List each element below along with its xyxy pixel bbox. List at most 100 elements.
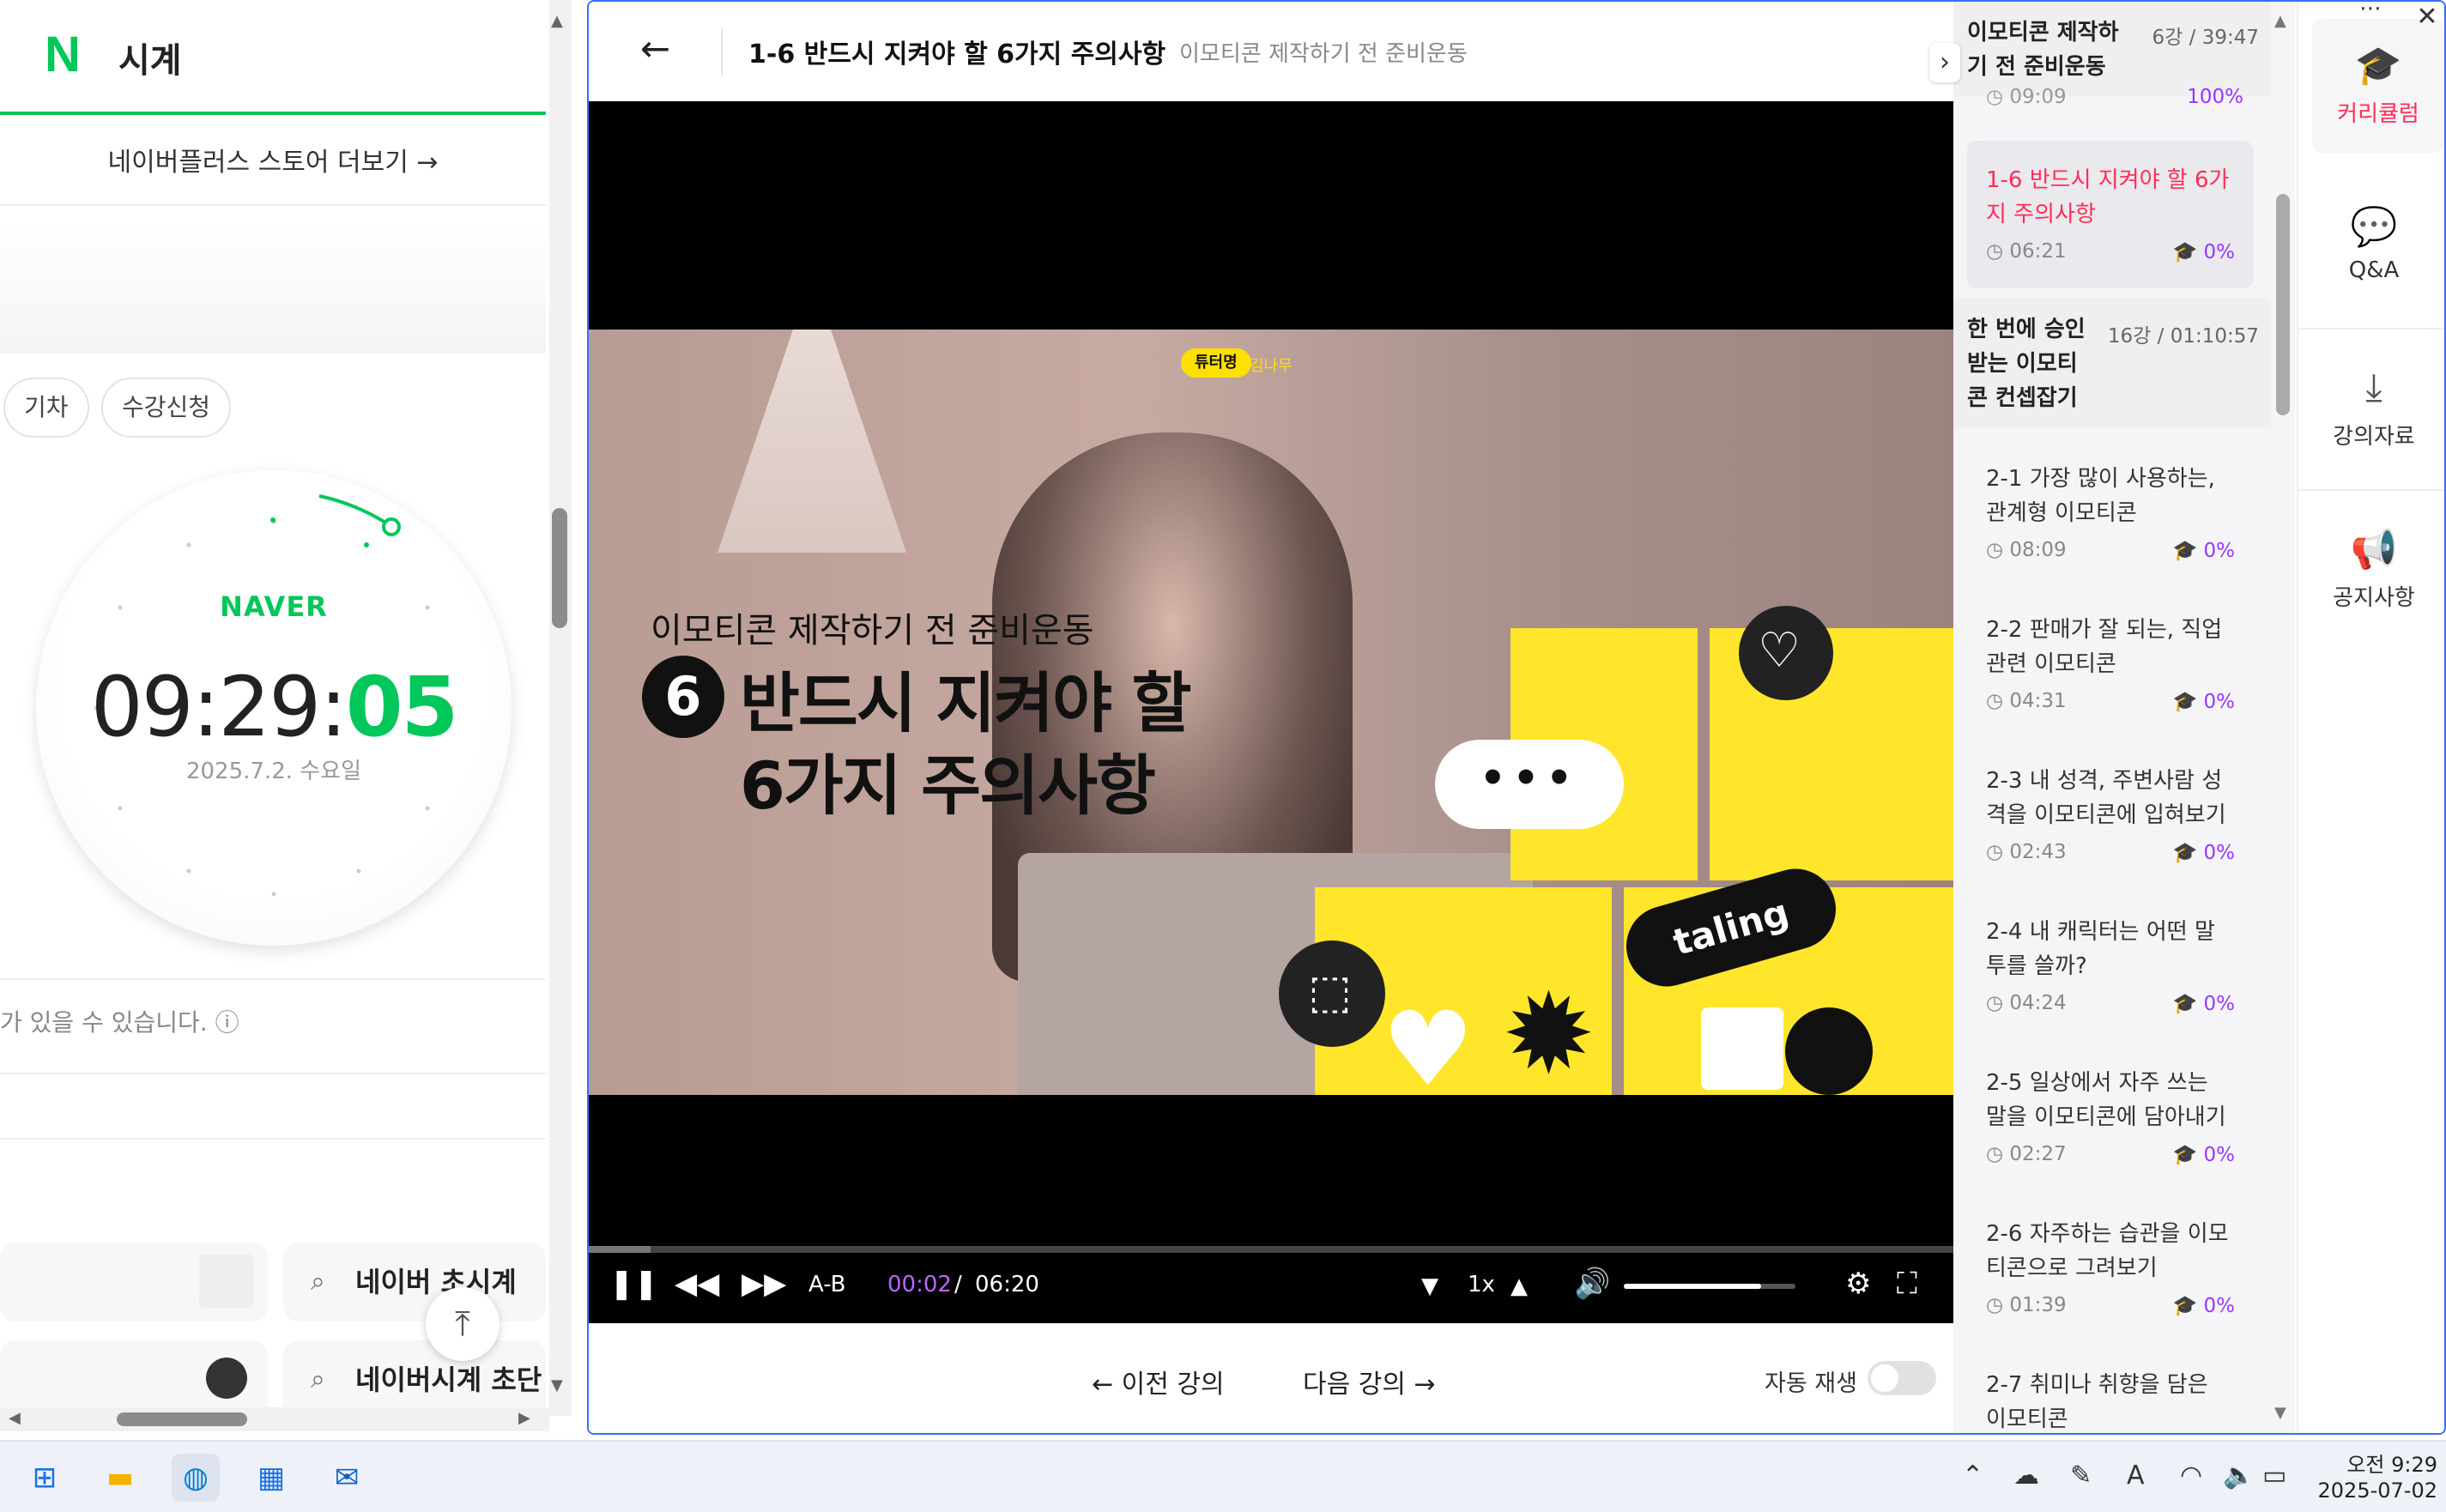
- scroll-up-arrow-icon[interactable]: ▲: [2274, 12, 2286, 30]
- curriculum-item[interactable]: 2-1 가장 많이 사용하는, 관계형 이모티콘 ◷ 08:09 🎓 0%: [1967, 439, 2254, 587]
- item-progress: 100%: [2187, 86, 2243, 106]
- accuracy-notice: 가 있을 수 있습니다. ⓘ: [0, 1008, 239, 1037]
- settings-gear-icon[interactable]: ⚙: [1845, 1267, 1871, 1301]
- clock-hours-minutes: 09:29:: [90, 659, 348, 755]
- lecture-navigation: [589, 1323, 1953, 1433]
- volume-icon[interactable]: 🔊: [1574, 1267, 1610, 1301]
- item-progress: 🎓 0%: [2173, 1294, 2235, 1317]
- speed-up-icon[interactable]: ▲: [1511, 1273, 1528, 1299]
- section-subtitle: 이모티콘 제작하기 전 준비운동: [1179, 41, 1468, 67]
- curriculum-item[interactable]: 2-4 내 캐릭터는 어떤 말투를 쓸까? ◷ 04:24 🎓 0%: [1967, 892, 2254, 1040]
- input-method-icon[interactable]: A: [2127, 1461, 2145, 1491]
- battery-icon[interactable]: ▭: [2262, 1461, 2286, 1491]
- curriculum-item[interactable]: 2-5 일상에서 자주 쓰는 말을 이모티콘에 담아내기 ◷ 02:27 🎓 0%: [1967, 1043, 2254, 1191]
- white-square-shape: [1701, 1007, 1783, 1090]
- curriculum-panel: 이모티콘 제작하 기 전 준비운동 6강 / 39:47 ◷ 09:09 100…: [1953, 2, 2271, 1433]
- previous-lecture-button[interactable]: ← 이전 강의: [1092, 1363, 1225, 1400]
- divider: [0, 978, 546, 980]
- curriculum-item[interactable]: 2-7 취미나 취향을 담은 이모티콘: [1967, 1346, 2254, 1433]
- item-progress: 🎓 0%: [2173, 992, 2235, 1015]
- edge-browser-icon[interactable]: ◍: [172, 1454, 220, 1502]
- item-title: 2-2 판매가 잘 되는, 직업 관련 이모티콘: [1986, 617, 2223, 677]
- lecture-title: 1-6 반드시 지켜야 할 6가지 주의사항: [748, 39, 1166, 70]
- scroll-up-arrow-icon[interactable]: ▲: [551, 12, 563, 30]
- next-lecture-button[interactable]: 다음 강의 →: [1303, 1363, 1436, 1400]
- rewind-icon[interactable]: ◀◀: [675, 1267, 719, 1301]
- item-duration: 02:27: [2009, 1143, 2067, 1165]
- search-thumb-card[interactable]: [0, 1243, 268, 1321]
- horizontal-scroll-thumb[interactable]: [117, 1412, 247, 1426]
- download-icon: ⤓: [2365, 366, 2382, 409]
- clock-face: NAVER 09:29:05 2025.7.2. 수요일: [36, 470, 512, 946]
- chat-bubble-icon: 💬: [2350, 205, 2398, 249]
- curriculum-item[interactable]: 2-3 내 성격, 주변사람 성격을 이모티콘에 입혀보기 ◷ 02:43 🎓 0%: [1967, 741, 2254, 889]
- fullscreen-icon[interactable]: ⛶: [1897, 1267, 1917, 1301]
- vertical-scroll-thumb[interactable]: [552, 508, 567, 628]
- sidebar-item-curriculum[interactable]: 🎓 커리큘럼: [2312, 19, 2444, 153]
- curriculum-item[interactable]: 2-6 자주하는 습관을 이모티콘으로 그려보기 ◷ 01:39 🎓 0%: [1967, 1194, 2254, 1342]
- item-progress: 🎓 0%: [2173, 240, 2235, 263]
- item-duration: 08:09: [2009, 539, 2067, 561]
- scroll-down-arrow-icon[interactable]: ▼: [551, 1376, 563, 1394]
- speaker-icon[interactable]: 🔈: [2223, 1461, 2255, 1491]
- item-progress-value: 0%: [2203, 540, 2236, 562]
- curriculum-item[interactable]: 2-2 판매가 잘 되는, 직업 관련 이모티콘 ◷ 04:31 🎓 0%: [1967, 590, 2254, 738]
- item-progress: 🎓 0%: [2173, 690, 2235, 713]
- speed-down-icon[interactable]: ▼: [1421, 1273, 1438, 1299]
- tray-chevron-icon[interactable]: ⌃: [1962, 1461, 1983, 1491]
- store-more-link[interactable]: 네이버플러스 스토어 더보기 →: [0, 129, 546, 206]
- more-options-icon[interactable]: ⋯: [2353, 2, 2388, 26]
- section-meta: 16강 / 01:10:57: [2107, 325, 2259, 348]
- ab-repeat-button[interactable]: A-B: [808, 1272, 846, 1297]
- naver-logo-icon[interactable]: N: [45, 30, 91, 80]
- item-meta: ◷ 08:09 🎓 0%: [1986, 539, 2235, 565]
- close-icon[interactable]: ✕: [2407, 2, 2444, 34]
- pen-icon[interactable]: ✎: [2070, 1461, 2092, 1491]
- sidebar-item-notices[interactable]: 📢 공지사항: [2298, 493, 2444, 652]
- related-search-1[interactable]: ⌕ 네이버 초시계: [283, 1243, 546, 1321]
- curriculum-scroll-thumb[interactable]: [2276, 194, 2290, 415]
- scroll-to-top-button[interactable]: ⤒: [426, 1287, 499, 1361]
- section-header-1[interactable]: 이모티콘 제작하 기 전 준비운동 6강 / 39:47: [1953, 2, 2271, 96]
- wifi-icon[interactable]: ◠: [2180, 1461, 2202, 1491]
- fast-forward-icon[interactable]: ▶▶: [742, 1267, 786, 1301]
- item-duration: 01:39: [2009, 1294, 2067, 1316]
- sidebar-item-materials[interactable]: ⤓ 강의자료: [2298, 331, 2444, 491]
- video-player[interactable]: 튜터명 김나무 이모티콘 제작하기 전 준비운동 6 반드시 지켜야 할 6가지…: [589, 101, 1953, 1323]
- outlook-icon[interactable]: ✉: [323, 1454, 371, 1502]
- windows-taskbar: ⊞ ▬ ◍ ▦ ✉ ⌃ ☁ ✎ A ◠ 🔈 ▭ 오전 9:29 2025-07-…: [0, 1440, 2446, 1512]
- cap-icon: 🎓: [2172, 691, 2204, 713]
- chip-course-registration[interactable]: 수강신청: [101, 378, 232, 438]
- item-progress-value: 0%: [2203, 1144, 2236, 1166]
- section-title: 한 번에 승인 받는 이모티 콘 컨셉잡기: [1967, 317, 2086, 411]
- collapse-panel-chevron-icon[interactable]: ›: [1929, 43, 1960, 82]
- microsoft-store-icon[interactable]: ▦: [247, 1454, 295, 1502]
- playback-speed: 1x: [1468, 1272, 1495, 1297]
- clock-date: 2025.7.2. 수요일: [185, 759, 362, 784]
- scroll-left-arrow-icon[interactable]: ◀: [9, 1409, 21, 1427]
- autoplay-toggle[interactable]: [1868, 1361, 1936, 1395]
- cloud-offline-icon[interactable]: ☁: [2013, 1461, 2039, 1491]
- item-meta: ◷ 02:27 🎓 0%: [1986, 1143, 2235, 1169]
- back-arrow-icon[interactable]: ←: [640, 27, 670, 70]
- video-subtitle: 이모티콘 제작하기 전 준비운동: [651, 611, 1094, 650]
- chip-train[interactable]: 기차: [3, 378, 89, 438]
- vertical-scrollbar[interactable]: [549, 0, 572, 1416]
- scroll-right-arrow-icon[interactable]: ▶: [518, 1409, 530, 1427]
- clock-seconds: 05: [345, 659, 459, 755]
- heart-shape: ♥: [1382, 990, 1474, 1096]
- sidebar-item-qna[interactable]: 💬 Q&A: [2298, 170, 2444, 330]
- taskbar-clock[interactable]: 오전 9:29 2025-07-02: [2314, 1452, 2437, 1503]
- cap-icon: 🎓: [2172, 993, 2204, 1015]
- related-search-text: 네이버시계 초단: [355, 1364, 542, 1396]
- video-progress-bar[interactable]: [589, 1246, 1953, 1253]
- windows-start-icon[interactable]: ⊞: [21, 1454, 69, 1502]
- file-explorer-icon[interactable]: ▬: [96, 1454, 144, 1502]
- thumbnail-image: [199, 1255, 254, 1308]
- pause-icon[interactable]: ❚❚: [609, 1267, 658, 1301]
- curriculum-item-active[interactable]: 1-6 반드시 지켜야 할 6가지 주의사항 ◷ 06:21 🎓 0%: [1967, 141, 2254, 288]
- scroll-down-arrow-icon[interactable]: ▼: [2274, 1404, 2286, 1422]
- autoplay-label: 자동 재생: [1765, 1370, 1857, 1397]
- horizontal-scrollbar[interactable]: [0, 1407, 549, 1431]
- section-header-2[interactable]: 한 번에 승인 받는 이모티 콘 컨셉잡기 16강 / 01:10:57: [1953, 299, 2271, 427]
